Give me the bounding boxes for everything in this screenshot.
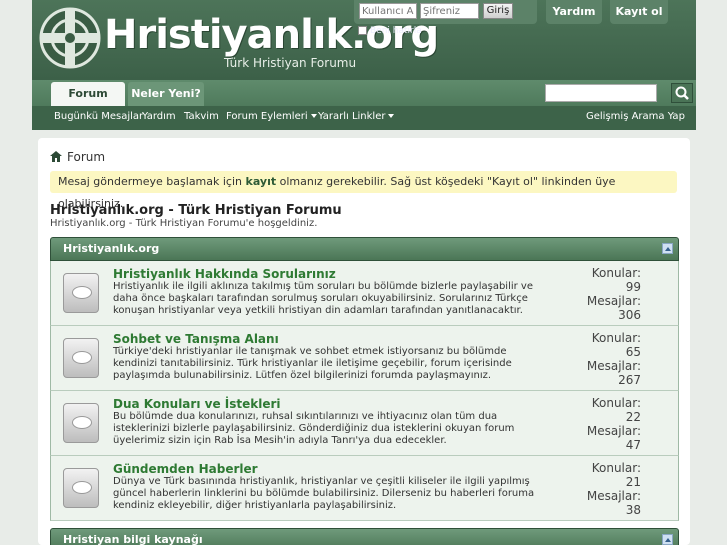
topics-count: 65 [625,345,641,359]
remember-me-checkbox[interactable] [358,26,367,35]
sub-navbar: Bugünkü Mesajlar Yardım Takvim Forum Eyl… [32,106,696,130]
category-title[interactable]: Hristiyan bilgi kaynağı [63,533,203,545]
forum-description: Türkiye'deki hristiyanlar ile tanışmak v… [113,346,512,381]
password-field[interactable] [420,3,479,19]
page-title: Hristiyanlık.org - Türk Hristiyan Forumu [50,203,342,218]
forum-stats: Konular: 22 Mesajlar: 47 [581,396,641,452]
login-form: Giriş [354,0,537,24]
chevron-down-icon [388,114,395,118]
search-icon [675,86,689,100]
page: Hristiyanlık.org Türk Hristiyan Forumu G… [32,0,696,545]
forum-stats: Konular: 99 Mesajlar: 306 [581,266,641,322]
welcome-text: Hristiyanlık.org - Türk Hristiyan Forumu… [50,218,318,229]
forum-title-link[interactable]: Dua Konuları ve İstekleri [113,397,281,411]
remember-me[interactable]: Beni hatırla [358,26,422,36]
subnav-useful-links-label: Yararlı Linkler [318,111,386,122]
topics-label: Konular: [591,461,641,475]
posts-count: 38 [625,503,641,517]
register-notice: Mesaj göndermeye başlamak için kayıt olm… [50,171,677,210]
posts-label: Mesajlar: [586,424,641,438]
topics-label: Konular: [591,396,641,410]
forum-row: Hristiyanlık Hakkında Sorularınız Hristi… [50,261,679,326]
topics-label: Konular: [591,331,641,345]
breadcrumb: Forum [50,150,105,164]
category-header[interactable]: Hristiyanlık.org [50,237,679,261]
site-tagline: Türk Hristiyan Forumu [224,56,357,70]
forum-stats: Konular: 21 Mesajlar: 38 [581,461,641,517]
forum-title-link[interactable]: Gündemden Haberler [113,462,258,476]
topics-count: 22 [625,410,641,424]
forum-status-icon [63,468,99,508]
tab-whats-new[interactable]: Neler Yeni? [128,82,204,106]
posts-count: 306 [618,308,641,322]
posts-label: Mesajlar: [586,359,641,373]
topics-count: 21 [625,475,641,489]
advanced-search-link[interactable]: Gelişmiş Arama Yap [586,111,685,122]
forum-description: Bu bölümde dua konularınızı, ruhsal sıkı… [113,411,515,446]
forum-description: Hristiyanlık ile ilgili aklınıza takılmı… [113,281,533,316]
forum-row: Gündemden Haberler Dünya ve Türk basının… [50,456,679,521]
search-button[interactable] [671,83,693,103]
notice-text-before: Mesaj göndermeye başlamak için [58,175,246,188]
breadcrumb-forum[interactable]: Forum [67,150,105,164]
topics-label: Konular: [591,266,641,280]
posts-count: 47 [625,438,641,452]
forum-row: Sohbet ve Tanışma Alanı Türkiye'deki hri… [50,326,679,391]
notice-register-link[interactable]: kayıt [246,175,277,188]
subnav-forum-actions-label: Forum Eylemleri [226,111,308,122]
remember-me-label: Beni hatırla [370,26,422,36]
register-button[interactable]: Kayıt ol [610,0,668,24]
forum-status-icon [63,338,99,378]
subnav-help[interactable]: Yardım [142,111,176,122]
login-button[interactable]: Giriş [483,3,513,19]
topics-count: 99 [625,280,641,294]
forum-stats: Konular: 65 Mesajlar: 267 [581,331,641,387]
forum-row: Dua Konuları ve İstekleri Bu bölümde dua… [50,391,679,456]
subnav-todays-posts[interactable]: Bugünkü Mesajlar [54,111,143,122]
forum-title-link[interactable]: Sohbet ve Tanışma Alanı [113,332,279,346]
subnav-calendar[interactable]: Takvim [184,111,219,122]
username-field[interactable] [359,3,417,19]
posts-label: Mesajlar: [586,489,641,503]
help-button[interactable]: Yardım [546,0,602,24]
posts-label: Mesajlar: [586,294,641,308]
subnav-forum-actions[interactable]: Forum Eylemleri [226,111,317,122]
category-header[interactable]: Hristiyan bilgi kaynağı [50,528,679,545]
forum-status-icon [63,403,99,443]
forum-description: Dünya ve Türk basınında hristiyanlık, hr… [113,476,535,511]
subnav-useful-links[interactable]: Yararlı Linkler [318,111,395,122]
main-navbar: Forum Neler Yeni? [32,80,696,106]
collapse-icon[interactable] [662,534,673,545]
forum-status-icon [63,273,99,313]
collapse-icon[interactable] [662,243,673,254]
home-icon[interactable] [50,151,62,162]
category-title[interactable]: Hristiyanlık.org [63,242,159,255]
main-content: Forum Mesaj göndermeye başlamak için kay… [38,138,690,545]
site-header: Hristiyanlık.org Türk Hristiyan Forumu G… [32,0,696,80]
forum-title-link[interactable]: Hristiyanlık Hakkında Sorularınız [113,267,336,281]
search-input[interactable] [545,84,657,102]
celtic-cross-logo-icon[interactable] [38,6,102,70]
tab-forum[interactable]: Forum [51,82,125,106]
posts-count: 267 [618,373,641,387]
chevron-down-icon [310,114,317,118]
